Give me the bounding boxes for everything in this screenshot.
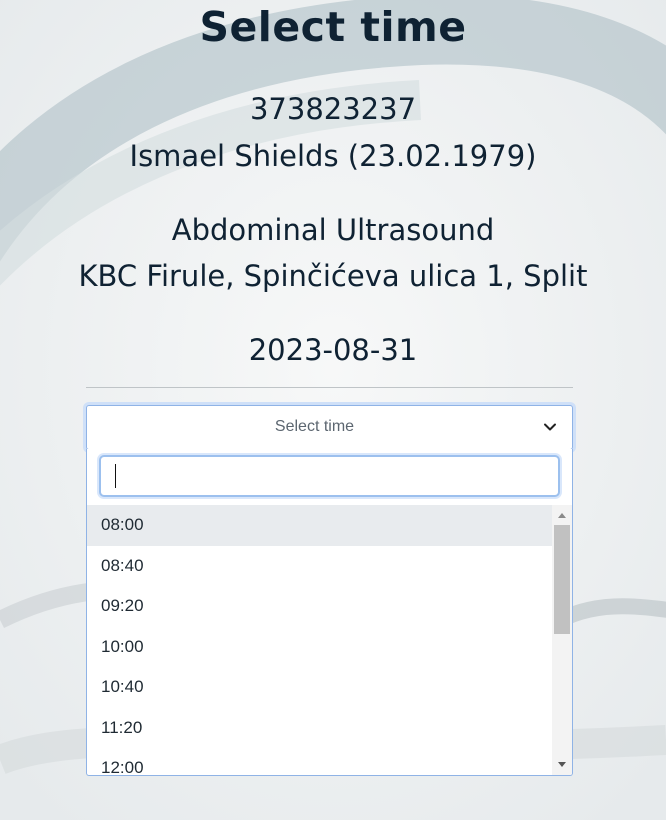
time-option-1120[interactable]: 11:20: [87, 708, 552, 749]
time-select[interactable]: Select time: [86, 405, 573, 450]
scroll-down-arrow-icon[interactable]: [552, 756, 572, 772]
options-scrollbar[interactable]: [552, 505, 572, 775]
divider: [86, 387, 573, 388]
time-option-1040[interactable]: 10:40: [87, 667, 552, 708]
scrollbar-thumb[interactable]: [554, 525, 570, 634]
page-title: Select time: [199, 3, 467, 51]
time-option-0800[interactable]: 08:00: [87, 505, 552, 546]
patient-name-dob: Ismael Shields (23.02.1979): [129, 139, 537, 173]
exam-name: Abdominal Ultrasound: [171, 213, 495, 247]
time-option-0840[interactable]: 08:40: [87, 546, 552, 587]
time-options-list: 08:00 08:40 09:20 10:00 10:40 11:20 12:0…: [87, 505, 552, 775]
text-caret: [115, 464, 116, 488]
time-option-0920[interactable]: 09:20: [87, 586, 552, 627]
patient-id: 373823237: [249, 92, 417, 126]
time-select-placeholder: Select time: [274, 418, 355, 435]
chevron-down-icon[interactable]: [542, 419, 558, 435]
time-search-input[interactable]: [99, 455, 560, 497]
scroll-up-arrow-icon[interactable]: [552, 508, 572, 524]
appointment-date: 2023-08-31: [248, 333, 418, 367]
time-dropdown: 08:00 08:40 09:20 10:00 10:40 11:20 12:0…: [86, 449, 573, 776]
exam-location: KBC Firule, Spinčićeva ulica 1, Split: [78, 259, 588, 293]
time-option-1000[interactable]: 10:00: [87, 627, 552, 668]
time-option-1200[interactable]: 12:00: [87, 748, 552, 775]
